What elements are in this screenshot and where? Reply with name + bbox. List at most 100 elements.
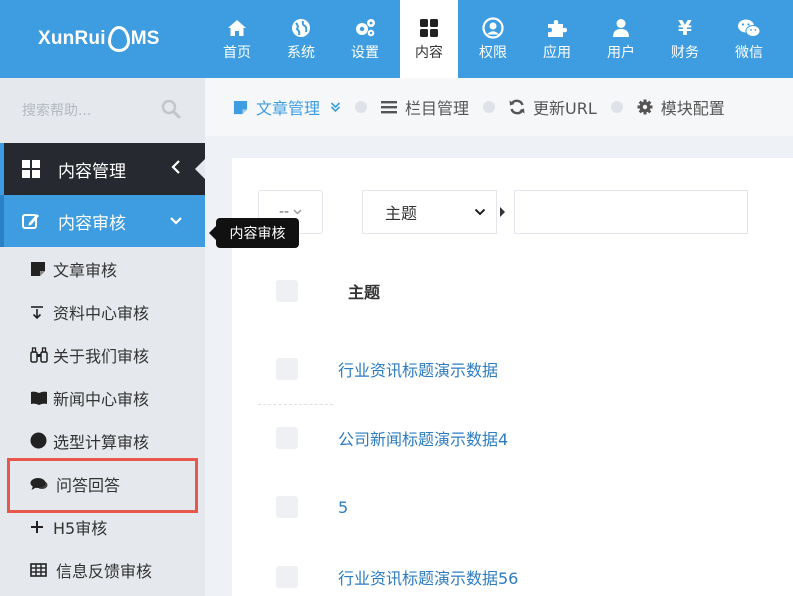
tab-label: 更新URL: [533, 99, 597, 118]
flame-icon: [107, 25, 130, 52]
top-nav: 首页 系统 设置 内容 权限 应用 用户 ¥ 财务 微信: [205, 0, 781, 78]
table-row: 行业资讯标题演示数据56: [258, 548, 758, 596]
chevron-down-icon: [293, 209, 302, 215]
nav-item-system[interactable]: 系统: [269, 0, 333, 78]
logo-text-suffix: MS: [130, 28, 160, 49]
table-row: 公司新闻标题演示数据4: [258, 409, 758, 467]
tooltip-text: 内容审核: [229, 226, 286, 242]
caret-right-icon: [500, 207, 505, 217]
user-icon: [612, 17, 630, 39]
select-all-checkbox[interactable]: [276, 280, 298, 302]
refresh-icon: [509, 99, 525, 115]
sidebar-item-label: 文章审核: [53, 260, 118, 280]
note-icon: [30, 261, 48, 277]
menu-group-content-review[interactable]: 内容审核: [0, 195, 205, 247]
nav-item-finance[interactable]: ¥ 财务: [653, 0, 717, 78]
filter-select-field[interactable]: 主题: [362, 190, 497, 234]
row-title-link[interactable]: 行业资讯标题演示数据56: [338, 565, 518, 589]
tab-label: 栏目管理: [405, 99, 470, 118]
nav-label: 应用: [543, 45, 571, 61]
row-checkbox[interactable]: [276, 427, 298, 449]
nav-label: 权限: [479, 45, 507, 61]
gears-icon: [354, 17, 376, 39]
row-checkbox[interactable]: [276, 496, 298, 518]
nav-item-apps[interactable]: 应用: [525, 0, 589, 78]
sidebar-item-about-review[interactable]: 关于我们审核: [0, 333, 205, 376]
filter-keyword-input[interactable]: [514, 190, 748, 234]
sidebar-item-label: 选型计算审核: [53, 432, 150, 452]
row-title-link[interactable]: 公司新闻标题演示数据4: [338, 426, 508, 450]
sidebar-item-feedback-review[interactable]: 信息反馈审核: [0, 548, 205, 591]
list-icon: [381, 100, 398, 114]
nav-item-content[interactable]: 内容: [400, 0, 458, 78]
nav-label: 系统: [287, 45, 315, 61]
nav-label: 设置: [351, 45, 379, 61]
sidebar-item-calc-review[interactable]: 选型计算审核: [0, 419, 205, 462]
search-input[interactable]: [22, 102, 142, 119]
tab-separator: [483, 101, 496, 113]
menu-group-label: 内容审核: [58, 213, 126, 234]
tab-update-url[interactable]: 更新URL: [509, 95, 597, 119]
nav-item-wechat[interactable]: 微信: [717, 0, 781, 78]
sidebar-search: [0, 78, 205, 143]
nav-item-settings[interactable]: 设置: [333, 0, 397, 78]
sidebar-item-label: H5审核: [53, 518, 108, 538]
menu-group-content-management[interactable]: 内容管理: [0, 143, 205, 195]
edit-icon: [22, 212, 40, 230]
row-title-link[interactable]: 行业资讯标题演示数据: [338, 357, 498, 381]
book-icon: [30, 391, 48, 405]
tab-article-management[interactable]: 文章管理: [233, 95, 341, 119]
nav-label: 首页: [223, 45, 251, 61]
gear-icon: [637, 99, 653, 115]
note-icon: [233, 100, 248, 115]
select-value: 主题: [385, 204, 418, 223]
nav-item-permissions[interactable]: 权限: [461, 0, 525, 78]
tab-label: 模块配置: [660, 99, 725, 118]
row-checkbox[interactable]: [276, 358, 298, 380]
tab-separator: [355, 101, 368, 113]
nav-item-home[interactable]: 首页: [205, 0, 269, 78]
logo[interactable]: XunRui MS: [0, 0, 205, 78]
nav-label: 财务: [671, 45, 699, 61]
highlight-box: [7, 458, 198, 513]
sidebar: 内容管理 内容审核 文章审核 资料中心审核 关于我们审核: [0, 78, 205, 596]
chevron-down-icon: [169, 211, 183, 231]
tab-column-management[interactable]: 栏目管理: [381, 95, 469, 119]
table-icon: [30, 562, 48, 577]
circle-icon: [30, 432, 48, 449]
content-panel: -- 主题 主题 行业资讯标题演示数据 公司新闻标题演示数据4 5 行业资讯标题…: [232, 158, 793, 596]
row-checkbox[interactable]: [276, 566, 298, 588]
sidebar-item-data-center-review[interactable]: 资料中心审核: [0, 290, 205, 333]
puzzle-icon: [546, 17, 568, 39]
menu-group-label: 内容管理: [58, 161, 126, 182]
table-header: 主题: [258, 266, 758, 316]
sidebar-item-label: 信息反馈审核: [56, 561, 153, 581]
sidebar-item-article-review[interactable]: 文章审核: [0, 247, 205, 290]
active-notch: [195, 159, 205, 179]
nav-label: 用户: [607, 45, 635, 61]
wechat-icon: [737, 17, 761, 39]
chevron-down-icon[interactable]: [330, 102, 341, 112]
binoculars-icon: [30, 346, 48, 363]
chevron-down-icon: [474, 208, 486, 216]
table-row: 行业资讯标题演示数据: [258, 340, 758, 398]
row-title-link[interactable]: 5: [338, 498, 348, 517]
sidebar-item-label: 新闻中心审核: [53, 389, 150, 409]
tab-label: 文章管理: [256, 99, 321, 118]
sidebar-item-news-review[interactable]: 新闻中心审核: [0, 376, 205, 419]
chevron-left-icon: [171, 159, 181, 180]
row-divider: [258, 404, 333, 405]
logo-text: XunRui: [38, 28, 106, 49]
user-circle-icon: [482, 17, 504, 39]
tab-separator: [610, 101, 623, 113]
download-icon: [30, 305, 48, 319]
search-icon[interactable]: [161, 99, 181, 123]
column-header-subject: 主题: [348, 283, 381, 302]
home-icon: [227, 17, 247, 39]
tab-bar: 文章管理 栏目管理 更新URL 模块配置: [205, 78, 793, 136]
tab-module-config[interactable]: 模块配置: [637, 95, 725, 119]
grid-icon: [22, 160, 40, 178]
yen-icon: ¥: [678, 16, 692, 40]
top-bar: XunRui MS 首页 系统 设置 内容 权限 应用 用户 ¥ 财务 微信: [0, 0, 793, 78]
nav-item-users[interactable]: 用户: [589, 0, 653, 78]
